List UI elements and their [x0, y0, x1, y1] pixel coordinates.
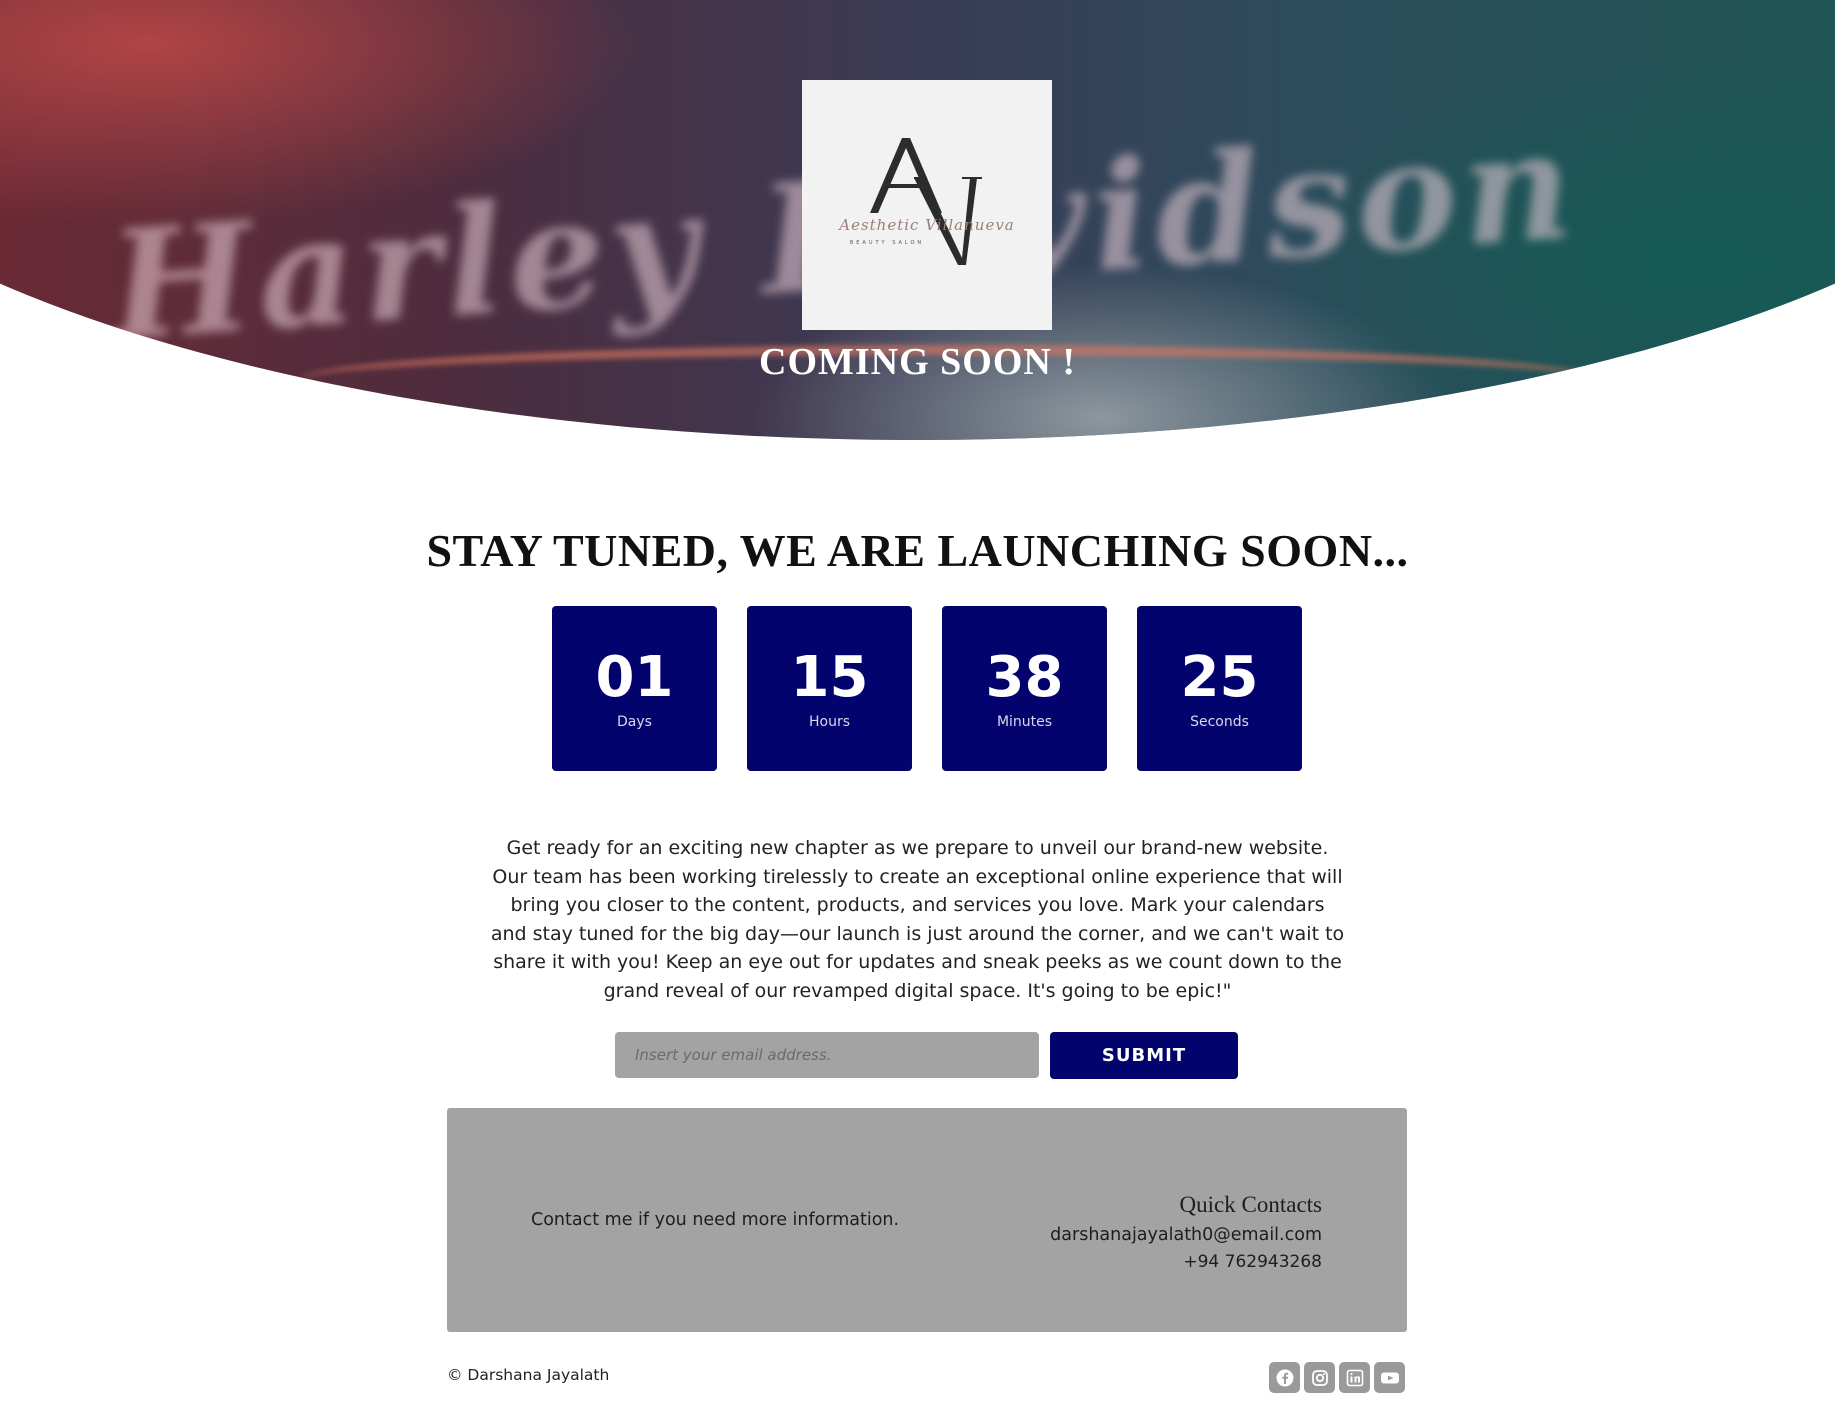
- countdown-days: 01 Days: [552, 606, 717, 771]
- countdown-minutes-value: 38: [985, 645, 1064, 710]
- countdown-minutes-label: Minutes: [996, 714, 1053, 730]
- email-input[interactable]: [615, 1032, 1039, 1078]
- contact-phone[interactable]: +94 762943268: [1183, 1252, 1322, 1272]
- countdown-days-value: 01: [595, 645, 674, 710]
- contact-message: Contact me if you need more information.: [531, 1210, 900, 1230]
- facebook-icon: [1276, 1369, 1293, 1386]
- contact-email[interactable]: darshanajayalath0@email.com: [1050, 1225, 1322, 1245]
- quick-contacts-title: Quick Contacts: [1179, 1192, 1322, 1217]
- logo-tagline: BEAUTY SALON: [849, 240, 925, 246]
- youtube-icon: [1380, 1372, 1399, 1383]
- instagram-link[interactable]: [1304, 1362, 1335, 1393]
- countdown-days-label: Days: [617, 714, 652, 730]
- contact-panel: Contact me if you need more information.…: [447, 1108, 1407, 1332]
- copyright-text: © Darshana Jayalath: [447, 1366, 610, 1384]
- facebook-link[interactable]: [1269, 1362, 1300, 1393]
- linkedin-link[interactable]: [1339, 1362, 1370, 1393]
- youtube-link[interactable]: [1374, 1362, 1405, 1393]
- countdown-hours-label: Hours: [808, 714, 850, 730]
- brand-logo: Aesthetic Villanueva BEAUTY SALON: [802, 80, 1052, 330]
- linkedin-icon: [1346, 1369, 1363, 1386]
- logo-monogram-graphic: [870, 138, 982, 265]
- countdown-hours: 15 Hours: [747, 606, 912, 771]
- instagram-icon: [1311, 1369, 1328, 1386]
- logo-script-name: Aesthetic Villanueva: [839, 216, 1015, 234]
- submit-button[interactable]: SUBMIT: [1050, 1032, 1238, 1079]
- launch-description: Get ready for an exciting new chapter as…: [490, 837, 1345, 1002]
- countdown-seconds-label: Seconds: [1190, 714, 1249, 730]
- launch-headline: STAY TUNED, WE ARE LAUNCHING SOON...: [426, 525, 1409, 576]
- countdown-minutes: 38 Minutes: [942, 606, 1107, 771]
- countdown-seconds: 25 Seconds: [1137, 606, 1302, 771]
- coming-soon-heading: COMING SOON !: [759, 341, 1076, 383]
- countdown-hours-value: 15: [790, 645, 869, 710]
- countdown-seconds-value: 25: [1180, 645, 1259, 710]
